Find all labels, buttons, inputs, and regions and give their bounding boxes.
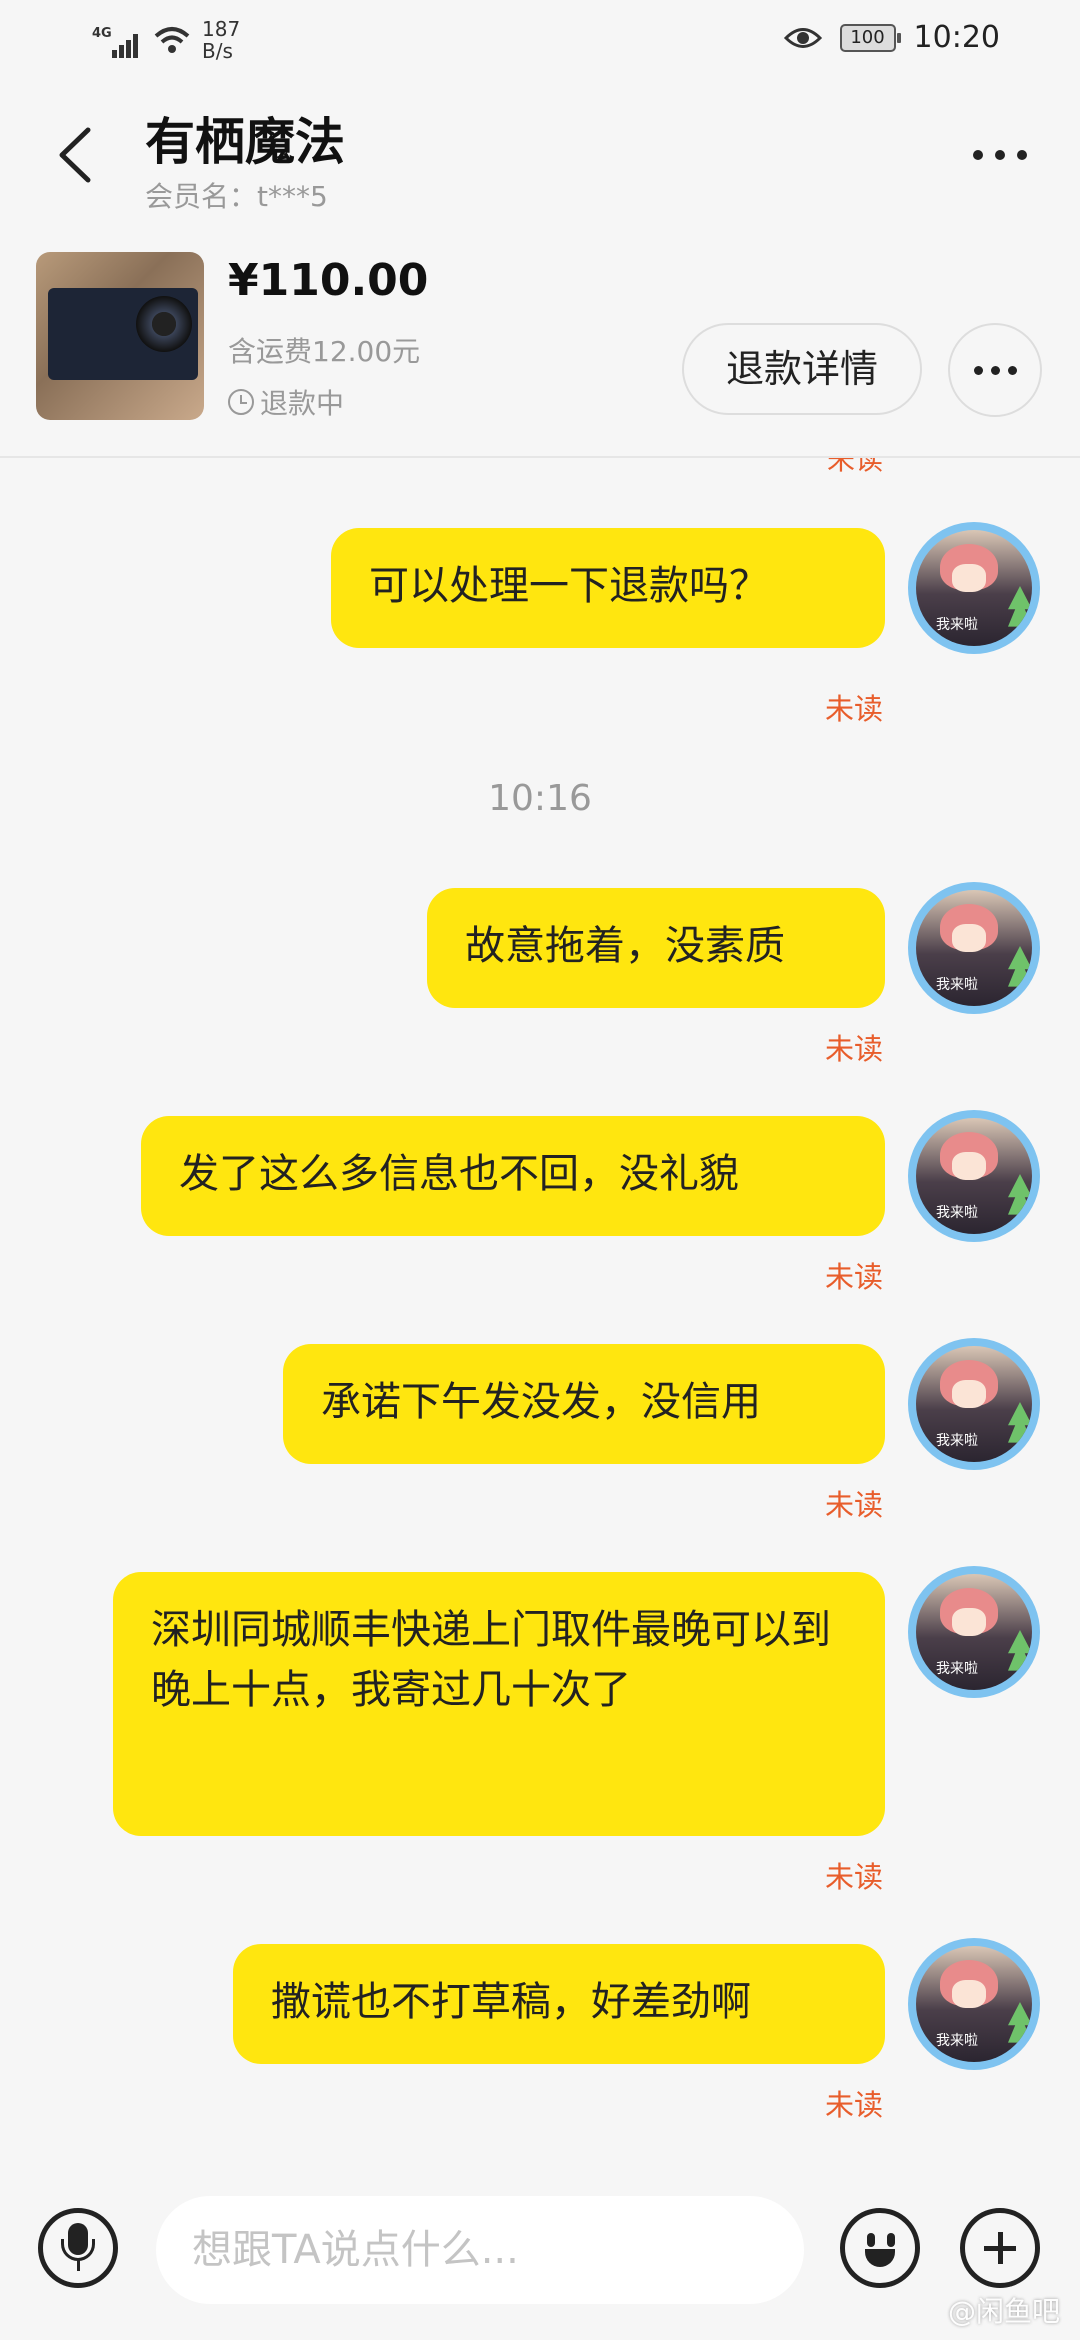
- chat-header: 有栖魔法 会员名：t***5: [0, 80, 1080, 230]
- product-thumbnail[interactable]: [36, 252, 204, 420]
- clock-icon: [228, 389, 254, 415]
- read-status: 未读: [824, 1860, 883, 1894]
- order-status-text: 退款中: [260, 387, 345, 420]
- chevron-left-icon: [59, 127, 91, 183]
- shipping-info: 含运费12.00元: [228, 335, 421, 368]
- avatar[interactable]: 我来啦: [908, 882, 1040, 1014]
- avatar[interactable]: 我来啦: [908, 522, 1040, 654]
- clock-time: 10:20: [913, 20, 1000, 55]
- speed-unit: B/s: [202, 39, 233, 63]
- product-price: ¥110.00: [228, 255, 429, 306]
- avatar[interactable]: 我来啦: [908, 1110, 1040, 1242]
- watermark: @闲鱼吧: [947, 2295, 1060, 2328]
- message-input[interactable]: [156, 2196, 804, 2304]
- back-button[interactable]: [50, 120, 100, 190]
- message-bubble[interactable]: 故意拖着，没素质: [427, 888, 885, 1008]
- member-name: 会员名：t***5: [145, 180, 328, 213]
- read-status: 未读: [826, 458, 883, 476]
- dot-icon: [1007, 365, 1017, 375]
- read-status: 未读: [824, 1032, 883, 1066]
- dot-icon: [973, 365, 983, 375]
- dot-icon: [995, 150, 1005, 160]
- chat-title: 有栖魔法: [145, 113, 345, 171]
- message-timestamp: 10:16: [488, 778, 592, 819]
- wifi-icon: [152, 20, 192, 60]
- input-bar: @闲鱼吧: [0, 2178, 1080, 2340]
- status-bar: 4G 187 B/s 100 10:20: [0, 0, 1080, 80]
- more-options-button[interactable]: [960, 130, 1040, 180]
- cellular-signal-icon: 4G: [90, 20, 142, 60]
- message-bubble[interactable]: 发了这么多信息也不回，没礼貌: [141, 1116, 885, 1236]
- read-status: 未读: [824, 1488, 883, 1522]
- avatar[interactable]: 我来啦: [908, 1938, 1040, 2070]
- read-status: 未读: [824, 692, 883, 726]
- avatar[interactable]: 我来啦: [908, 1566, 1040, 1698]
- message-list[interactable]: 未读 可以处理一下退款吗？ 我来啦 未读 10:16 故意拖着，没素质 我来啦 …: [0, 458, 1080, 2178]
- message-bubble[interactable]: 承诺下午发没发，没信用: [283, 1344, 885, 1464]
- fan-image: [136, 296, 192, 352]
- battery-icon: 100: [839, 23, 901, 52]
- read-status: 未读: [824, 1260, 883, 1294]
- network-speed: 187 B/s: [202, 18, 240, 62]
- message-bubble[interactable]: 可以处理一下退款吗？: [331, 528, 885, 648]
- dot-icon: [973, 150, 983, 160]
- product-card[interactable]: ¥110.00 含运费12.00元 退款中 退款详情: [0, 230, 1080, 458]
- network-type: 4G: [92, 26, 112, 41]
- speed-value: 187: [202, 17, 241, 41]
- emoji-button[interactable]: [840, 2208, 920, 2288]
- avatar[interactable]: 我来啦: [908, 1338, 1040, 1470]
- dot-icon: [1017, 150, 1027, 160]
- eye-icon: [783, 27, 822, 48]
- product-more-button[interactable]: [948, 323, 1042, 417]
- message-bubble[interactable]: 深圳同城顺丰快递上门取件最晚可以到晚上十点，我寄过几十次了: [113, 1572, 885, 1836]
- add-attachment-button[interactable]: [960, 2208, 1040, 2288]
- read-status: 未读: [824, 2088, 883, 2122]
- refund-details-button[interactable]: 退款详情: [682, 323, 922, 415]
- order-status: 退款中: [228, 382, 344, 422]
- dot-icon: [990, 365, 1000, 375]
- voice-input-button[interactable]: [38, 2208, 118, 2288]
- message-bubble[interactable]: 撒谎也不打草稿，好差劲啊: [233, 1944, 885, 2064]
